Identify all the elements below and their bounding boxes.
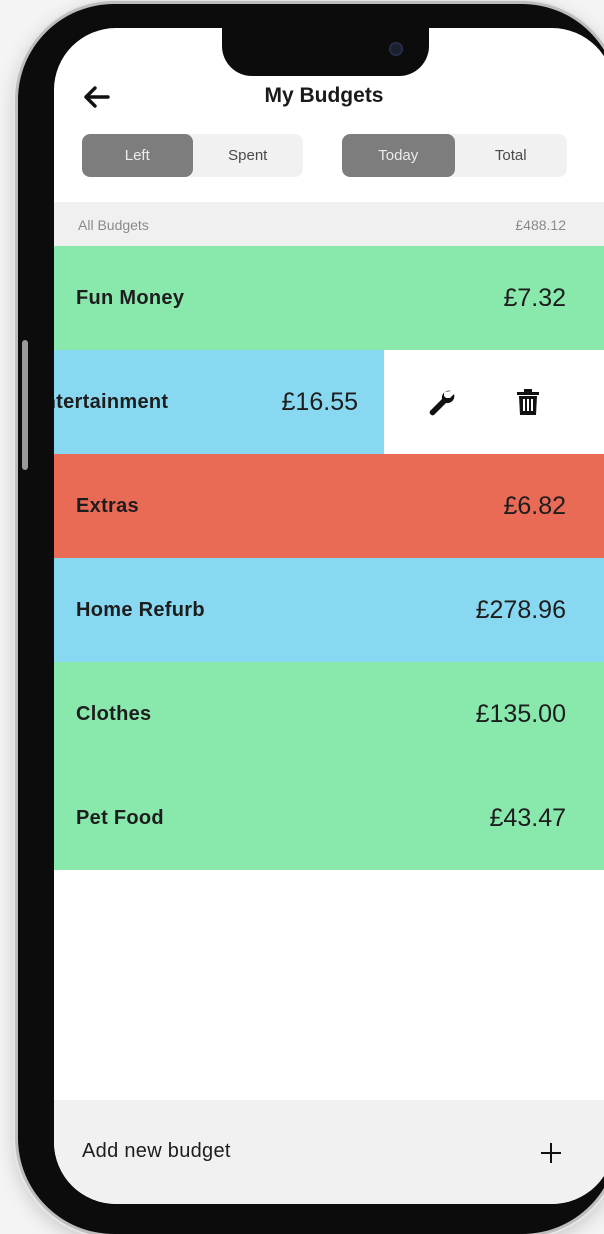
budget-row-fun-money[interactable]: Fun Money £7.32 [54,246,604,350]
all-budgets-summary: All Budgets £488.12 [54,202,604,248]
mode-toggle[interactable]: Left Spent [82,134,303,177]
budget-name: Fun Money [76,286,185,309]
app-screen: My Budgets Left Spent Today Total All Bu… [54,28,604,1204]
toggle-total[interactable]: Total [455,134,568,177]
budget-list: Fun Money £7.32 Entertainment £16.55 [54,246,604,870]
delete-budget-button[interactable] [484,372,572,432]
range-toggle[interactable]: Today Total [342,134,567,177]
budget-row-clothes[interactable]: Clothes £135.00 [54,662,604,766]
notch [222,28,429,76]
summary-label: All Budgets [78,217,149,233]
budget-amount: £16.55 [281,387,358,416]
add-budget-label: Add new budget [82,1140,231,1162]
budget-row-entertainment[interactable]: Entertainment £16.55 [54,350,604,454]
budget-row-home-refurb[interactable]: Home Refurb £278.96 [54,558,604,662]
page-title: My Budgets [264,84,384,107]
budget-name: Home Refurb [76,598,205,621]
plus-icon [541,1143,561,1163]
summary-total: £488.12 [515,217,566,233]
budget-name: Pet Food [76,806,164,829]
swiped-row-content[interactable]: Entertainment £16.55 [54,350,384,454]
budget-amount: £135.00 [475,699,566,728]
trash-icon [517,389,539,415]
budget-amount: £43.47 [489,803,566,832]
add-budget-bar[interactable]: Add new budget [54,1100,604,1204]
budget-amount: £278.96 [475,595,566,624]
budget-name: Entertainment [54,390,169,413]
toggle-spent[interactable]: Spent [193,134,304,177]
front-camera [389,42,403,56]
budget-row-extras[interactable]: Extras £6.82 [54,454,604,558]
budget-amount: £7.32 [503,283,566,312]
toggle-today[interactable]: Today [342,134,455,177]
side-button [22,340,28,470]
wrench-icon [429,390,455,416]
budget-amount: £6.82 [503,491,566,520]
swipe-actions [384,350,572,454]
budget-name: Clothes [76,702,152,725]
add-budget-button[interactable] [534,1136,568,1170]
toggle-left[interactable]: Left [82,134,193,177]
budget-name: Extras [76,494,139,517]
edit-budget-button[interactable] [396,372,484,432]
budget-row-pet-food[interactable]: Pet Food £43.47 [54,766,604,870]
